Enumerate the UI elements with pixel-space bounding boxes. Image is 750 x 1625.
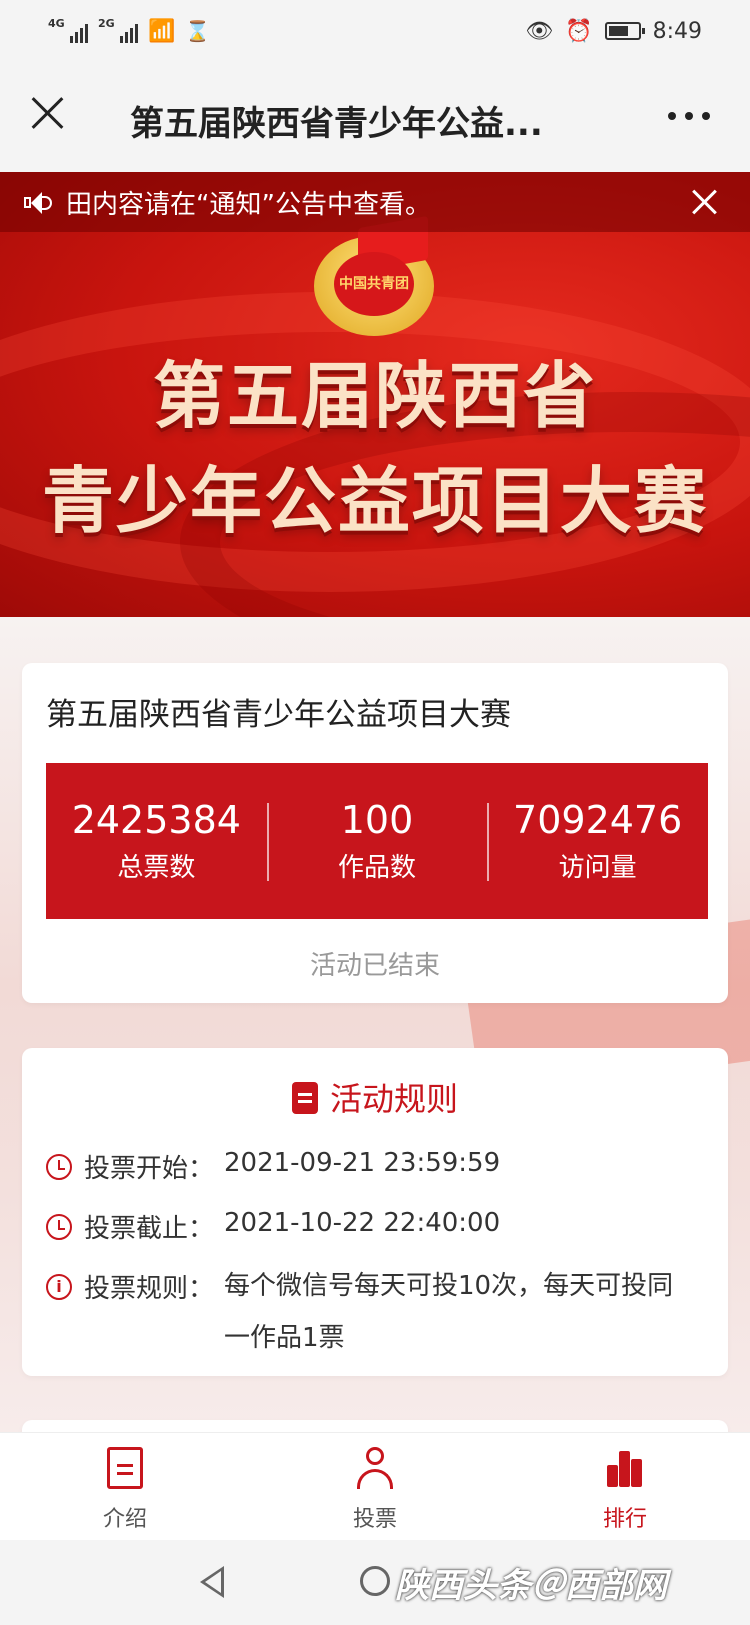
rule-label: 投票开始： xyxy=(84,1154,215,1184)
stat-works: 100 作品数 xyxy=(266,763,488,919)
document-icon xyxy=(291,1082,318,1114)
tab-label: 投票 xyxy=(352,1507,397,1532)
title-bar: 第五届陕西省青少年公益... xyxy=(0,62,750,172)
close-icon[interactable] xyxy=(28,92,68,132)
person-icon xyxy=(355,1447,395,1491)
rule-value: 2021-10-22 22:40:00 xyxy=(224,1208,501,1238)
notice-close-icon[interactable] xyxy=(690,186,720,216)
tab-label: 排行 xyxy=(602,1507,647,1532)
status-bar: 4G 2G 📶 ⌛ 👁 ⏰ 8:49 xyxy=(0,0,750,62)
clock-time: 8:49 xyxy=(652,18,702,44)
activity-title: 第五届陕西省青少年公益项目大赛 xyxy=(46,697,511,733)
banner-title-line1: 第五届陕西省 xyxy=(152,354,597,438)
rule-value: 每个微信号每天可投10次，每天可投同一作品1票 xyxy=(224,1271,674,1353)
rule-label: 投票截止： xyxy=(84,1214,215,1244)
stat-label: 访问量 xyxy=(558,853,637,883)
tab-intro[interactable]: 介绍 xyxy=(0,1433,250,1540)
bottom-tab-bar: 介绍 投票 排行 xyxy=(0,1432,750,1540)
rules-heading: 活动规则 xyxy=(22,1074,728,1120)
rule-label: 投票规则： xyxy=(84,1274,215,1304)
signal2-icon: 2G xyxy=(98,17,138,43)
rules-card: 活动规则 投票开始： 2021-09-21 23:59:59 投票截止： 202… xyxy=(22,1048,728,1376)
back-icon[interactable] xyxy=(200,1566,224,1598)
status-left: 4G 2G 📶 ⌛ xyxy=(48,17,211,44)
speaker-icon xyxy=(24,190,54,216)
status-right: 👁 ⏰ 8:49 xyxy=(525,19,702,44)
stat-value: 100 xyxy=(340,798,414,842)
clock-icon xyxy=(46,1214,72,1240)
signal-icon: 4G xyxy=(48,17,88,43)
stat-value: 2425384 xyxy=(71,798,241,842)
tab-label: 介绍 xyxy=(102,1507,147,1532)
rule-value: 2021-09-21 23:59:59 xyxy=(224,1148,501,1178)
home-icon[interactable] xyxy=(360,1566,390,1596)
system-navigation-bar: 陕西头条＠西部网 xyxy=(0,1540,750,1625)
battery-icon xyxy=(604,22,645,40)
stats-card: 第五届陕西省青少年公益项目大赛 2425384 总票数 100 作品数 7092… xyxy=(22,663,728,1003)
clock-icon xyxy=(46,1154,72,1180)
youth-league-emblem-icon: 中国共青团 xyxy=(308,215,440,342)
info-icon: i xyxy=(46,1274,72,1300)
wifi-icon: 📶 xyxy=(148,18,176,44)
rank-icon xyxy=(605,1447,645,1491)
tab-rank[interactable]: 排行 xyxy=(500,1433,750,1540)
emblem-text: 中国共青团 xyxy=(334,252,414,316)
signal2-label: 2G xyxy=(98,17,115,30)
page-title: 第五届陕西省青少年公益... xyxy=(130,104,543,144)
hero-banner: 中国共青团 第五届陕西省 青少年公益项目大赛 田内容请在“通知”公告中查看。 xyxy=(0,172,750,617)
tab-vote[interactable]: 投票 xyxy=(250,1433,500,1540)
eye-icon: 👁 xyxy=(525,18,554,44)
stat-label: 作品数 xyxy=(338,853,417,883)
rules-heading-text: 活动规则 xyxy=(329,1080,458,1118)
notice-bar: 田内容请在“通知”公告中查看。 xyxy=(0,172,750,232)
banner-title-line2: 青少年公益项目大赛 xyxy=(41,459,708,543)
stat-visits: 7092476 访问量 xyxy=(487,763,708,919)
stats-box: 2425384 总票数 100 作品数 7092476 访问量 xyxy=(46,763,708,919)
notice-text: 田内容请在“通知”公告中查看。 xyxy=(66,190,431,220)
watermark: 陕西头条＠西部网 xyxy=(395,1566,667,1606)
more-icon[interactable] xyxy=(668,112,710,120)
stat-total-votes: 2425384 总票数 xyxy=(46,763,267,919)
signal1-label: 4G xyxy=(48,17,65,30)
intro-icon xyxy=(107,1447,143,1489)
stat-value: 7092476 xyxy=(513,798,683,842)
activity-status: 活动已结束 xyxy=(309,951,440,981)
hourglass-icon: ⌛ xyxy=(185,19,211,43)
alarm-icon: ⏰ xyxy=(565,18,593,44)
stat-label: 总票数 xyxy=(117,853,196,883)
